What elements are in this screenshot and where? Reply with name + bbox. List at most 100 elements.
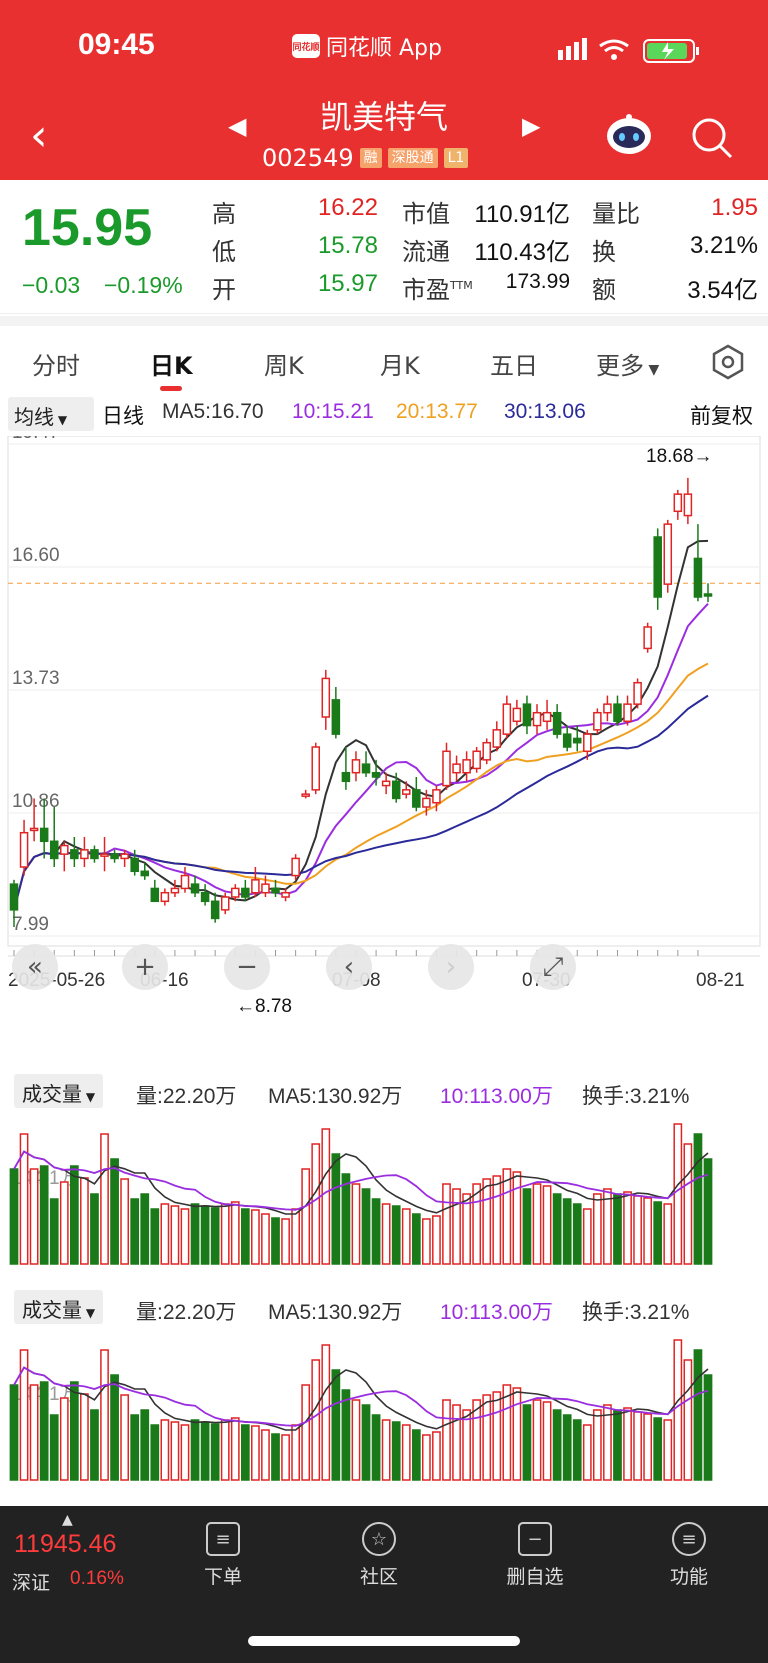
candle-body [381, 780, 391, 787]
volume-bar [572, 1203, 582, 1265]
tab-daily-k[interactable]: 日K [150, 346, 193, 381]
candle-body [422, 797, 431, 808]
volume-bar [502, 1168, 512, 1265]
candle-body [482, 741, 491, 761]
tab-weekly-k[interactable]: 周K [264, 346, 304, 381]
volume-bar [532, 1183, 542, 1265]
candle-body [502, 703, 512, 735]
vr-label: 量比 [592, 200, 640, 228]
tab-monthly-k[interactable]: 月K [380, 346, 420, 381]
ma-selector[interactable]: 均线 ▼ [8, 397, 94, 431]
robot-assistant-icon[interactable] [604, 112, 654, 158]
dropdown-icon: ▼ [82, 1090, 96, 1104]
volume-bar [562, 1414, 572, 1481]
volume-bar [180, 1208, 190, 1265]
candle-body [613, 703, 622, 723]
volume-chart[interactable]: 144.1万 [0, 1108, 768, 1270]
volume-bar [351, 1183, 361, 1265]
volume-bar [512, 1171, 522, 1265]
settings-hex-icon[interactable] [710, 344, 746, 380]
candle-body [90, 849, 99, 860]
volume-selector-2[interactable]: 成交量 ▼ [14, 1290, 104, 1324]
tab-intraday[interactable]: 分时 [32, 346, 80, 381]
adjust-mode[interactable]: 前复权 [690, 400, 753, 430]
volume-bar [633, 1195, 642, 1265]
volume-bar [683, 1143, 693, 1265]
volume-bar [251, 1209, 260, 1265]
volume-bar [160, 1419, 170, 1481]
open-value: 15.97 [317, 270, 378, 297]
badge-l1: L1 [443, 148, 469, 168]
volume-ma5: MA5:130.92万 [268, 1085, 403, 1108]
zoom-out-icon[interactable]: − [224, 944, 270, 990]
y-tick-label: 16.60 [12, 545, 60, 566]
candle-body [583, 733, 592, 753]
volume-bar [603, 1404, 612, 1481]
candle-body [361, 763, 371, 774]
volume-bar [411, 1429, 421, 1481]
candle-body [251, 879, 260, 894]
candle-body [311, 746, 321, 791]
candle-body [301, 793, 310, 797]
candle-body [653, 536, 662, 598]
volume-chart-2[interactable]: 144.1万 [0, 1324, 768, 1486]
volume-bar [643, 1197, 653, 1265]
volume-bar [341, 1389, 351, 1481]
nav-remove-watchlist[interactable]: − 删自选 [490, 1522, 580, 1589]
volume-bar [190, 1203, 200, 1265]
volume-bar [562, 1198, 572, 1265]
pe-label: 市盈TTM [402, 276, 473, 304]
candle-body [572, 737, 582, 744]
nav-community[interactable]: ☆ 社区 [334, 1522, 424, 1589]
volume-bar [120, 1394, 130, 1481]
volume-bar [291, 1208, 300, 1265]
candle-body [442, 750, 451, 787]
high-label: 高 [212, 200, 236, 228]
candle-body [70, 849, 79, 860]
turnover-value: 3.21% [689, 232, 758, 259]
search-icon[interactable] [690, 116, 734, 160]
scroll-left-icon[interactable]: ‹ [326, 944, 372, 990]
y-tick-label: 10.86 [12, 791, 60, 812]
nav-order[interactable]: ≡ 下单 [178, 1522, 268, 1589]
volume-bar [401, 1208, 411, 1265]
volume-bar [271, 1217, 280, 1265]
tab-more[interactable]: 更多 ▼ [596, 346, 659, 381]
scroll-right-icon[interactable]: › [428, 944, 474, 990]
volume-bar [552, 1193, 562, 1265]
index-value[interactable]: 11945.46 [14, 1530, 116, 1559]
volume-bar [522, 1188, 532, 1265]
kline-chart[interactable]: 19.4716.6013.7310.867.9918.68→←8.782025-… [0, 436, 768, 1018]
volume-bar [90, 1193, 99, 1265]
collapse-icon[interactable]: « [12, 944, 58, 990]
volume-bar [200, 1205, 210, 1265]
dropdown-icon: ▼ [54, 413, 68, 427]
candle-body [190, 883, 200, 894]
index-pct: 0.16% [70, 1568, 124, 1589]
volume-bar [311, 1359, 321, 1481]
volume-bar [653, 1201, 663, 1265]
status-app: 同花顺 同花顺 App [292, 30, 442, 62]
zoom-in-icon[interactable]: + [122, 944, 168, 990]
candle-body [19, 831, 29, 868]
volume-bar [321, 1344, 331, 1481]
candle-body [200, 891, 210, 903]
volume-selector[interactable]: 成交量 ▼ [14, 1074, 104, 1108]
section-divider [0, 316, 768, 326]
volume-bar [623, 1191, 632, 1265]
volume-bar [452, 1404, 461, 1481]
tab-five-day[interactable]: 五日 [490, 346, 538, 381]
volume-bar [371, 1198, 381, 1265]
volume-bar [361, 1188, 371, 1265]
volume-bar [613, 1409, 622, 1481]
fullscreen-icon[interactable]: ⤢ [530, 944, 576, 990]
candle-body [100, 853, 109, 857]
next-stock-icon[interactable]: ▶ [522, 112, 540, 140]
community-icon: ☆ [362, 1522, 396, 1556]
candle-body [693, 557, 703, 598]
y-tick-label: 7.99 [12, 914, 49, 935]
nav-functions[interactable]: ≡ 功能 [644, 1522, 734, 1589]
volume-bar [261, 1213, 270, 1265]
volume-bar [381, 1419, 391, 1481]
volume-bar [673, 1339, 683, 1481]
